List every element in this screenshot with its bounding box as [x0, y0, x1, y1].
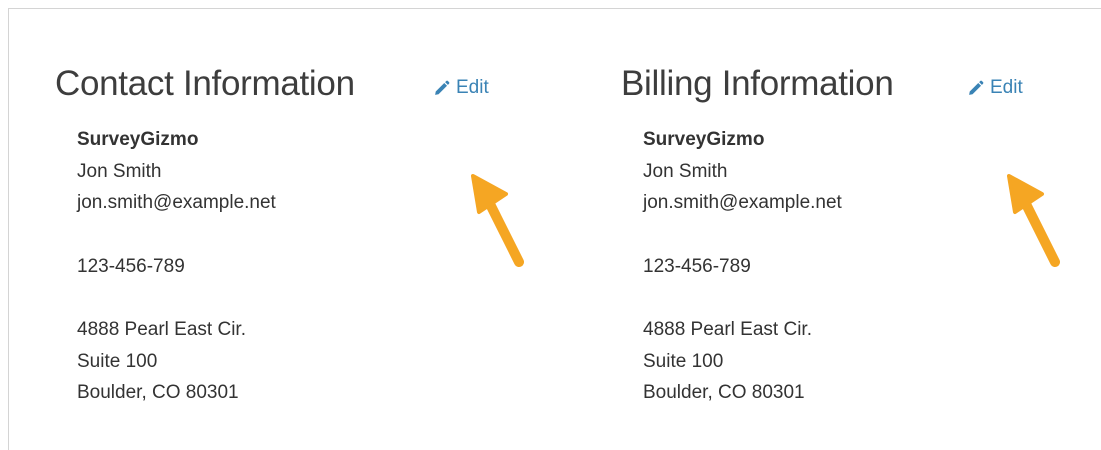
contact-phone: 123-456-789: [77, 255, 185, 277]
billing-information-header: Billing Information Edit: [621, 62, 1101, 112]
pencil-icon: [969, 80, 984, 95]
billing-company: SurveyGizmo: [643, 129, 765, 150]
contact-email: jon.smith@example.net: [77, 192, 276, 213]
billing-information-title: Billing Information: [621, 64, 894, 103]
billing-email: jon.smith@example.net: [643, 192, 842, 213]
billing-information-panel: Billing Information Edit SurveyGizmo Jon…: [621, 62, 1101, 403]
billing-address-line2: Suite 100: [643, 350, 724, 372]
contact-address-line2: Suite 100: [77, 350, 158, 372]
billing-edit-label: Edit: [990, 77, 1023, 98]
billing-name: Jon Smith: [643, 160, 728, 182]
billing-address-line1: 4888 Pearl East Cir.: [643, 319, 812, 340]
contact-name: Jon Smith: [77, 160, 162, 182]
billing-address-line3: Boulder, CO 80301: [643, 382, 805, 403]
contact-company: SurveyGizmo: [77, 129, 199, 150]
contact-details: SurveyGizmo Jon Smith jon.smith@example.…: [77, 124, 276, 409]
billing-edit-link[interactable]: Edit: [967, 76, 1023, 100]
contact-information-header: Contact Information Edit: [55, 62, 575, 112]
arrow-icon: [471, 174, 524, 267]
billing-details: SurveyGizmo Jon Smith jon.smith@example.…: [643, 124, 842, 409]
billing-phone: 123-456-789: [643, 255, 751, 277]
contact-information-panel: Contact Information Edit SurveyGizmo Jon…: [55, 62, 575, 403]
contact-edit-link[interactable]: Edit: [433, 76, 489, 100]
contact-information-title: Contact Information: [55, 64, 355, 103]
pencil-icon: [435, 80, 450, 95]
contact-address-line1: 4888 Pearl East Cir.: [77, 319, 246, 340]
contact-edit-label: Edit: [456, 77, 489, 98]
arrow-icon: [1007, 174, 1060, 267]
contact-address-line3: Boulder, CO 80301: [77, 382, 239, 403]
